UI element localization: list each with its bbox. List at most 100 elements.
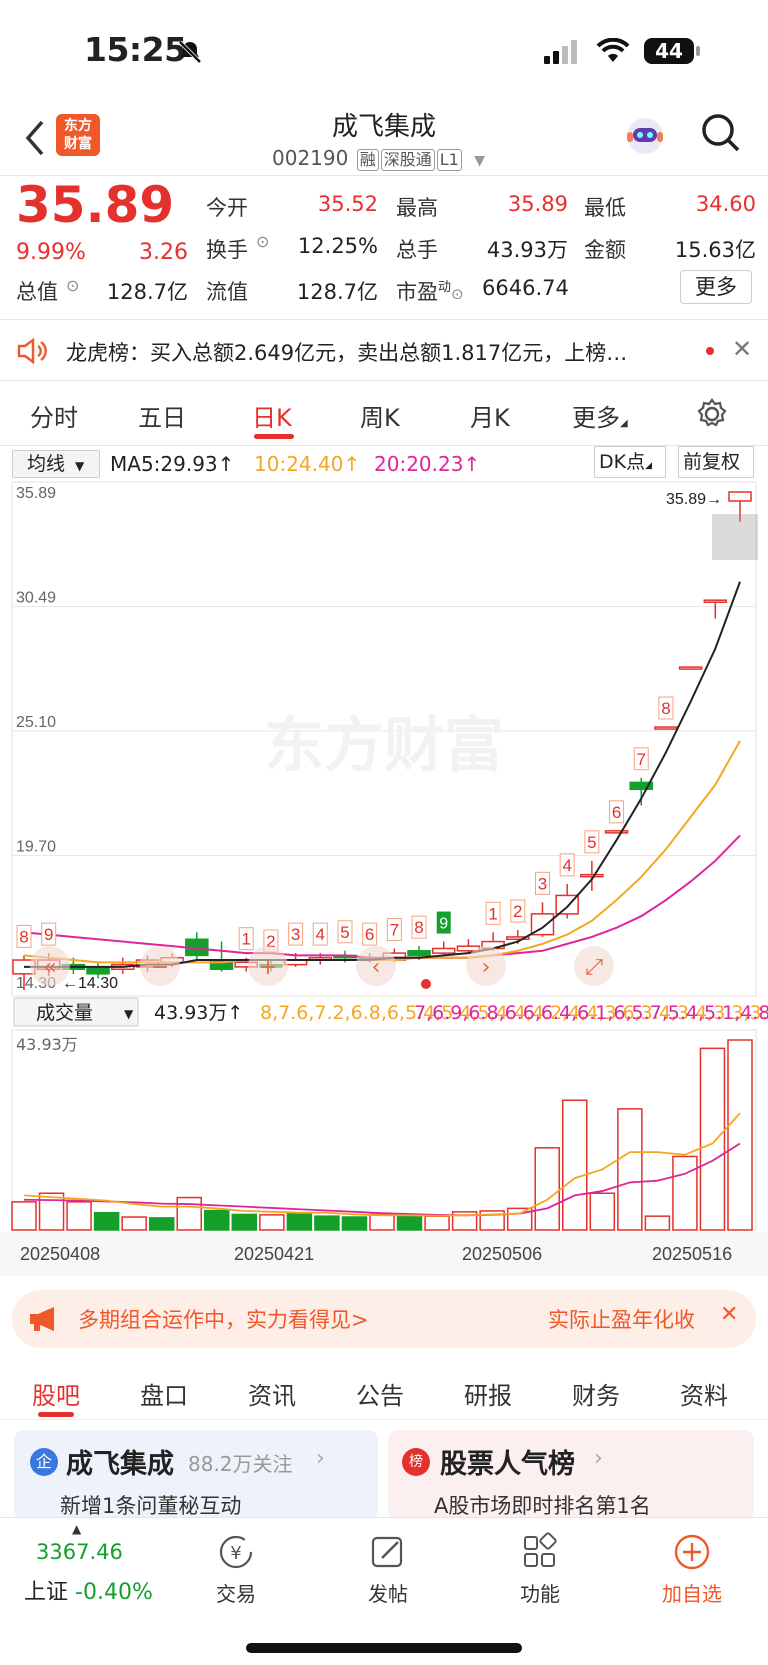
td-counter-label: 7	[637, 750, 646, 769]
chart-control-icon: «	[43, 955, 56, 980]
tab-weekly-k[interactable]: 周K	[360, 398, 400, 433]
td-counter-label: 6	[612, 803, 621, 822]
ma10-legend: 10:24.40↑	[254, 452, 361, 476]
trade-yen-icon[interactable]: ¥	[216, 1532, 256, 1572]
card-subtitle: 新增1条问董秘互动	[60, 1494, 242, 1518]
volume-bar	[148, 1217, 175, 1231]
search-icon[interactable]	[700, 112, 742, 154]
banner-text: 多期组合运作中，实力看得见>	[78, 1308, 369, 1332]
open-value: 35.52	[317, 192, 378, 216]
volume-bar	[314, 1215, 340, 1231]
candle-body	[728, 491, 752, 502]
tab-monthly-k[interactable]: 月K	[470, 398, 510, 433]
volume-bar	[396, 1214, 423, 1231]
tab-profile[interactable]: 资料	[680, 1376, 728, 1411]
status-bar: 15:25 44	[0, 0, 768, 100]
enterprise-badge-icon: 企	[30, 1448, 58, 1476]
td-counter-label: 8	[414, 918, 423, 937]
tab-intraday[interactable]: 分时	[30, 398, 78, 433]
tab-news[interactable]: 资讯	[248, 1376, 296, 1411]
apps-grid-icon[interactable]	[520, 1532, 560, 1572]
info-tabs: 股吧 盘口 资讯 公告 研报 财务 资料	[0, 1360, 768, 1420]
float-value: 128.7亿	[296, 280, 378, 304]
dragon-tiger-notice[interactable]: 龙虎榜：买入总额2.649亿元，卖出总额1.817亿元，上榜… ✕	[0, 321, 768, 381]
last-price: 35.89	[16, 176, 175, 234]
signal-icon	[544, 40, 577, 64]
volume-bar	[672, 1155, 698, 1231]
indicator-select[interactable]: 均线 ▼	[12, 450, 100, 478]
add-circle-icon[interactable]	[672, 1532, 712, 1572]
tab-more[interactable]: 更多◢	[572, 398, 628, 433]
svg-text:¥: ¥	[230, 1543, 241, 1564]
watermark: 东方财富	[264, 711, 504, 781]
megaphone-icon	[30, 1307, 54, 1331]
td-counter-label: 1	[241, 930, 250, 949]
chart-control-icon: ›	[482, 955, 491, 980]
volume-indicator-label: 成交量	[36, 1002, 93, 1024]
pe-value: 6646.74	[482, 276, 569, 300]
volume-bar	[617, 1108, 643, 1231]
compose-icon[interactable]	[368, 1532, 408, 1572]
ma20-legend: 20:20.23↑	[374, 452, 481, 476]
dropdown-caret-icon[interactable]: ▼	[474, 153, 485, 169]
change-amount: 3.26	[139, 240, 188, 265]
tag-connect: 深股通	[380, 149, 435, 171]
stock-community-card[interactable]: 企 成飞集成 88.2万关注 › 新增1条问董秘互动	[14, 1430, 378, 1520]
mktcap-value: 128.7亿	[106, 280, 188, 304]
close-icon[interactable]: ✕	[720, 1302, 738, 1327]
candle-body	[604, 830, 629, 834]
popularity-card[interactable]: 榜 股票人气榜 › A股市场即时排名第1名	[388, 1430, 754, 1520]
td-counter-label: 3	[291, 925, 300, 944]
volume-bar	[286, 1212, 313, 1231]
dk-point-button[interactable]: DK点◢	[594, 446, 666, 478]
date-axis-label: 20250408	[20, 1244, 100, 1264]
open-label: 今开	[206, 196, 248, 220]
ma20-line	[23, 834, 741, 959]
nav-trade[interactable]: 交易	[191, 1578, 281, 1607]
promo-banner[interactable]: 多期组合运作中，实力看得见> 实际止盈年化收 ✕	[12, 1290, 756, 1348]
kline-chart[interactable]: 35.89 30.49 25.10 19.70 14.30 东方财富 8 9 1 2 3 4 5 6 7 8 9…	[0, 476, 768, 1280]
index-ticker[interactable]: 上证 -0.40%	[24, 1574, 153, 1606]
date-axis-label: 20250516	[652, 1244, 732, 1264]
float-label: 流值	[206, 280, 248, 304]
volume-bar	[176, 1196, 202, 1231]
volume-bar	[562, 1099, 588, 1231]
pe-label: 市盈动⊙	[396, 280, 464, 304]
candle-body	[703, 599, 728, 603]
more-button[interactable]: 更多	[680, 270, 752, 304]
nav-add-watchlist[interactable]: 加自选	[647, 1578, 737, 1607]
tab-daily-k[interactable]: 日K	[252, 398, 292, 433]
card-title: 成飞集成	[66, 1449, 174, 1480]
tab-guba[interactable]: 股吧	[32, 1376, 80, 1411]
change-pct: 9.99%	[16, 240, 86, 265]
battery-icon: 44	[644, 38, 694, 64]
date-axis-label: 20250506	[462, 1244, 542, 1264]
volume-bar	[121, 1216, 147, 1231]
turnover-label: 换手	[206, 238, 248, 262]
close-icon[interactable]: ✕	[732, 335, 752, 363]
stock-header: 东方 财富 成飞集成 002190 融深股通 L1 ▼	[0, 100, 768, 176]
tab-announcements[interactable]: 公告	[356, 1376, 404, 1411]
nav-post[interactable]: 发帖	[343, 1578, 433, 1607]
volume-bar	[259, 1214, 285, 1231]
tab-five-day[interactable]: 五日	[138, 398, 186, 433]
index-value[interactable]: 3367.46	[36, 1540, 123, 1564]
tab-pankou[interactable]: 盘口	[140, 1376, 188, 1411]
candle-body	[654, 726, 678, 730]
tab-research[interactable]: 研报	[464, 1376, 512, 1411]
info-icon[interactable]: ⊙	[66, 276, 79, 295]
price-axis-label: 30.49	[16, 590, 56, 607]
info-icon[interactable]: ⊙	[256, 232, 269, 251]
chevron-down-icon: ▼	[124, 1007, 134, 1021]
candle-body	[431, 947, 456, 954]
robot-assistant-icon[interactable]	[622, 112, 668, 158]
nav-functions[interactable]: 功能	[495, 1578, 585, 1607]
notice-text: 龙虎榜：买入总额2.649亿元，卖出总额1.817亿元，上榜…	[66, 341, 628, 365]
td-counter-label: 1	[488, 904, 497, 923]
adjust-button[interactable]: 前复权	[678, 446, 754, 478]
volume-axis-label: 43.93万	[16, 1035, 78, 1054]
wifi-icon	[596, 38, 630, 62]
tab-underline	[254, 434, 294, 439]
gear-icon[interactable]	[696, 398, 728, 430]
tab-finance[interactable]: 财务	[572, 1376, 620, 1411]
